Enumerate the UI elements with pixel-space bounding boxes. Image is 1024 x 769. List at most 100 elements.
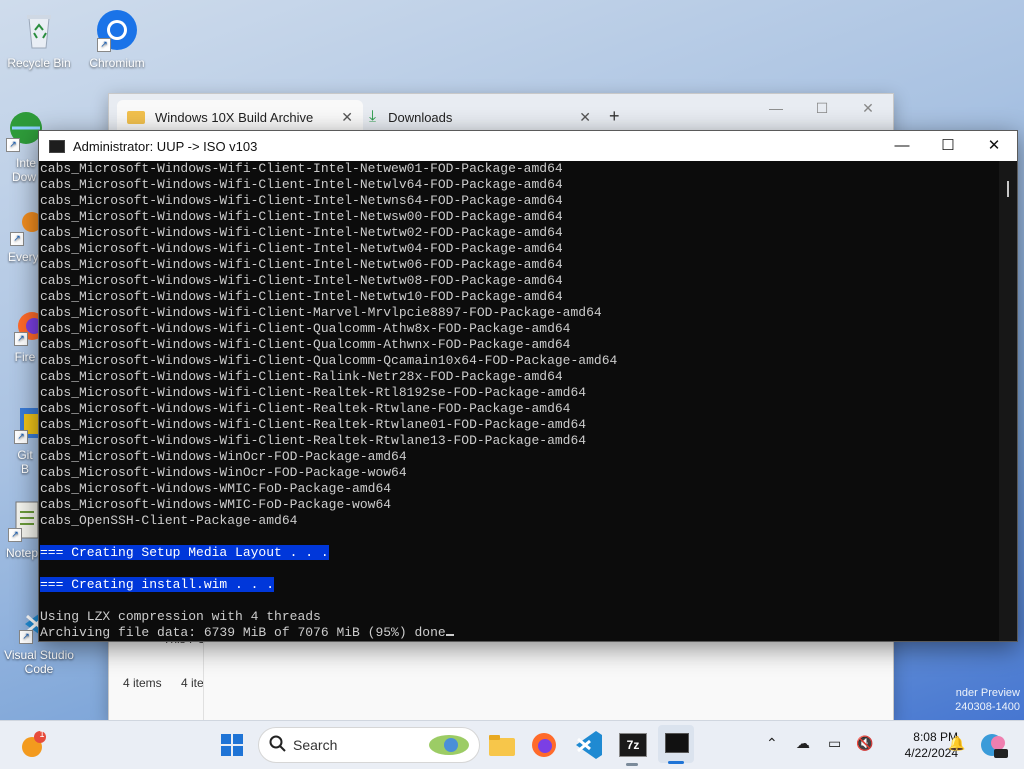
shortcut-arrow-icon: ↗ [97,38,111,52]
close-tab-icon[interactable]: ✕ [341,109,353,126]
desktop-icon-chromium[interactable]: ↗ Chromium [79,8,155,70]
close-icon[interactable]: ✕ [845,94,891,122]
chevron-up-icon[interactable]: ⌃ [766,735,778,752]
notification-bell-icon[interactable]: 🔔 [948,735,965,752]
network-icon[interactable]: ☁ [796,735,810,752]
taskbar-search-box[interactable]: Search [258,727,480,763]
console-line: cabs_Microsoft-Windows-Wifi-Client-Realt… [40,417,587,432]
close-icon[interactable]: ✕ [971,131,1017,161]
item-count-left: 4 items [123,676,162,690]
desktop-icon-recycle-bin[interactable]: Recycle Bin [1,8,77,70]
maximize-icon[interactable]: ☐ [925,131,971,161]
desktop-icon-git-bash[interactable]: ↗ Git B [12,404,38,476]
console-line: cabs_Microsoft-Windows-WinOcr-FOD-Packag… [40,449,407,464]
console-titlebar[interactable]: Administrator: UUP -> ISO v103 — ☐ ✕ [39,131,1017,161]
console-line: cabs_Microsoft-Windows-Wifi-Client-Intel… [40,225,563,240]
desktop-icon-everything[interactable]: ↗ Every [8,206,42,264]
new-tab-button[interactable]: + [609,106,620,127]
item-count-right: 4 ite [181,676,204,690]
console-title: Administrator: UUP -> ISO v103 [73,138,258,154]
firefox-icon: ↗ [12,306,46,346]
taskbar: 1 Search 7z ⌃ ☁ ▭ 🔇 8:08 PM 4/22/2024 🔔 [0,720,1024,769]
chromium-icon: ↗ [95,8,139,52]
console-line: cabs_Microsoft-Windows-Wifi-Client-Intel… [40,289,563,304]
close-tab-icon[interactable]: ✕ [579,109,591,126]
console-app-icon [665,733,689,753]
console-lzx-line: Using LZX compression with 4 threads [40,609,321,624]
tab-downloads[interactable]: ⤓ Downloads ✕ [359,100,601,134]
explorer-statusbar: This PC 4 items 4 ite [109,630,893,720]
console-line: cabs_Microsoft-Windows-Wifi-Client-Realt… [40,385,587,400]
command-prompt-icon [49,139,65,153]
copilot-icon[interactable] [978,729,1010,761]
desktop-icon-notepad-plus[interactable]: ↗ Notep [6,500,39,560]
console-line: cabs_Microsoft-Windows-Wifi-Client-Qualc… [40,353,618,368]
console-line: cabs_Microsoft-Windows-Wifi-Client-Realt… [40,401,571,416]
7zip-label: 7z [619,733,647,757]
console-line: cabs_Microsoft-Windows-Wifi-Client-Ralin… [40,369,563,384]
explorer-pane-divider [203,630,204,720]
text-cursor [445,634,454,636]
minimize-icon[interactable]: — [753,94,799,122]
git-bash-icon: ↗ [12,404,38,444]
console-window[interactable]: Administrator: UUP -> ISO v103 — ☐ ✕ cab… [38,130,1018,642]
console-line: cabs_OpenSSH-Client-Package-amd64 [40,513,298,528]
maximize-icon[interactable]: ☐ [799,94,845,122]
console-line: cabs_Microsoft-Windows-Wifi-Client-Intel… [40,273,563,288]
widgets-icon[interactable]: 1 [18,729,50,761]
7zip-icon[interactable]: 7z [616,729,648,766]
shortcut-arrow-icon: ↗ [19,630,33,644]
shortcut-arrow-icon: ↗ [10,232,24,246]
console-heading-install-wim: === Creating install.wim . . . [40,577,275,592]
console-line: cabs_Microsoft-Windows-Wifi-Client-Marve… [40,305,602,320]
console-heading-setup-media: === Creating Setup Media Layout . . . [40,545,329,560]
scrollbar-thumb[interactable] [1007,181,1009,197]
desktop-icon-label: Chromium [89,56,145,70]
desktop-icon-label: Fire [14,350,36,364]
tab-label: Downloads [388,109,453,125]
desktop-icon-label: Git B [17,448,33,476]
console-line: cabs_Microsoft-Windows-WMIC-FoD-Package-… [40,497,392,512]
console-line: cabs_Microsoft-Windows-Wifi-Client-Intel… [40,241,563,256]
console-progress-line: Archiving file data: 6739 MiB of 7076 Mi… [39,625,999,641]
file-explorer-icon[interactable] [486,729,518,761]
console-line: cabs_Microsoft-Windows-Wifi-Client-Intel… [40,177,563,192]
minimize-icon[interactable]: — [879,131,925,161]
console-line: cabs_Microsoft-Windows-Wifi-Client-Intel… [40,193,563,208]
desktop-icon-label: Recycle Bin [7,56,71,70]
desktop-icon-label: Notep [6,546,39,560]
console-lines: cabs_Microsoft-Windows-Wifi-Client-Intel… [39,161,999,529]
desktop-watermark: nder Preview 240308-1400 [955,686,1020,714]
console-line: cabs_Microsoft-Windows-Wifi-Client-Intel… [40,161,563,176]
start-icon[interactable] [216,729,248,761]
shortcut-arrow-icon: ↗ [6,138,20,152]
search-icon [269,735,287,756]
terminal-icon[interactable] [658,725,694,764]
tab-windows-10x-build-archive[interactable]: Windows 10X Build Archive ✕ [117,100,363,134]
console-output[interactable]: cabs_Microsoft-Windows-Wifi-Client-Intel… [39,161,999,641]
console-line: cabs_Microsoft-Windows-Wifi-Client-Qualc… [40,337,571,352]
everything-search-icon: ↗ [8,206,42,246]
display-icon[interactable]: ▭ [828,735,841,752]
download-arrow-icon: ⤓ [369,108,377,125]
desktop-icon-firefox[interactable]: ↗ Fire [12,306,46,364]
folder-icon [127,110,145,124]
firefox-icon[interactable] [528,729,560,761]
notification-badge: 1 [39,729,45,739]
vscode-icon[interactable] [572,729,604,761]
shortcut-arrow-icon: ↗ [14,332,28,346]
search-highlight-icon [427,733,471,760]
shortcut-arrow-icon: ↗ [8,528,22,542]
active-indicator [668,761,684,764]
search-label: Search [293,737,338,753]
desktop-icon-label: Inte Dow [11,156,36,184]
recycle-bin-icon [17,8,61,52]
console-line: cabs_Microsoft-Windows-Wifi-Client-Qualc… [40,321,571,336]
console-line: cabs_Microsoft-Windows-Wifi-Client-Realt… [40,433,587,448]
volume-mute-icon[interactable]: 🔇 [856,735,873,752]
desktop-icon-internet-download[interactable]: ↗ Inte Dow [0,108,42,184]
console-scrollbar[interactable] [999,161,1017,641]
